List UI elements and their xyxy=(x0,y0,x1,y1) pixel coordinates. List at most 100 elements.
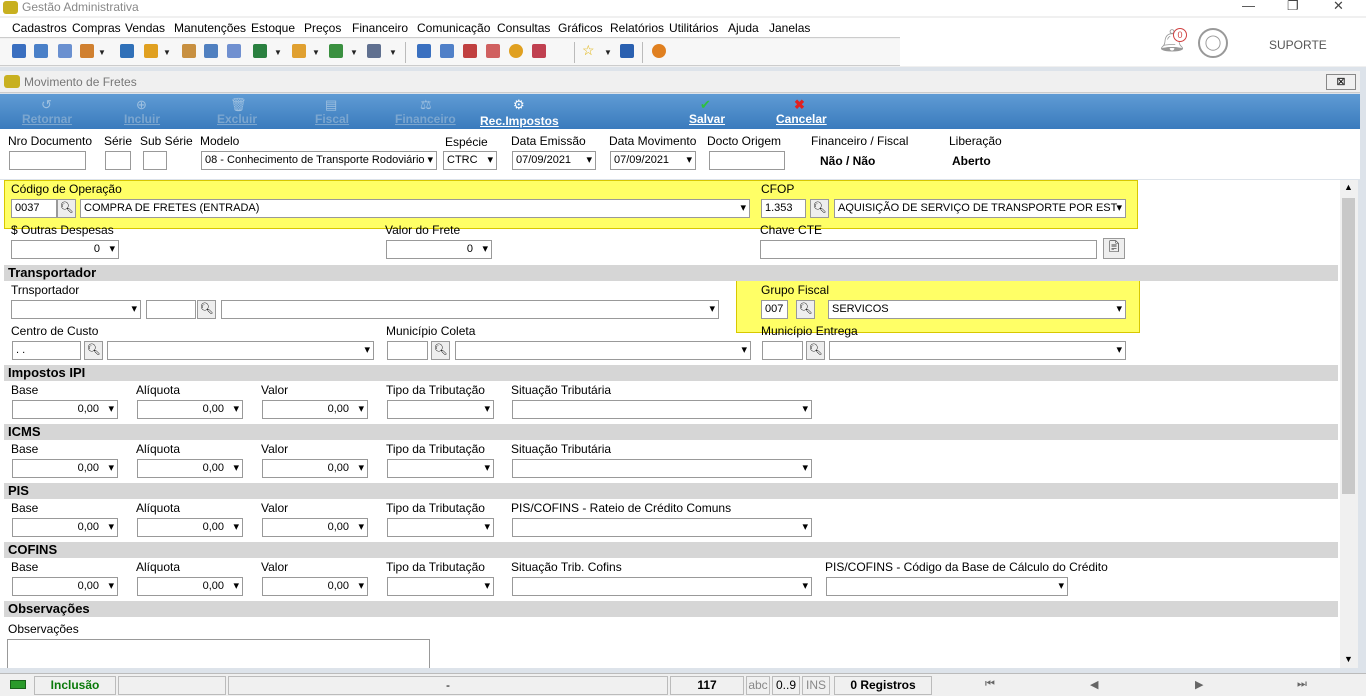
operacao-select[interactable]: COMPRA DE FRETES (ENTRADA) xyxy=(80,199,750,218)
vertical-scrollbar[interactable]: ▲ ▼ xyxy=(1340,180,1358,668)
incluir-button[interactable]: Incluir xyxy=(124,112,160,126)
menu-graficos[interactable]: Gráficos xyxy=(558,21,603,35)
cofins-aliquota-input[interactable]: 0,00 xyxy=(137,577,243,596)
chevron-down-icon[interactable]: ▼ xyxy=(389,48,397,57)
chevron-down-icon[interactable]: ▼ xyxy=(274,48,282,57)
pis-base-input[interactable]: 0,00 xyxy=(12,518,118,537)
search-icon[interactable]: 🔍︎ xyxy=(796,300,815,319)
prev-record-icon[interactable]: ◀ xyxy=(1090,678,1098,691)
retornar-button[interactable]: Retornar xyxy=(22,112,72,126)
serie-input[interactable] xyxy=(105,151,131,170)
scroll-up-icon[interactable]: ▲ xyxy=(1344,182,1353,192)
book-icon[interactable] xyxy=(12,44,26,58)
window-icon[interactable] xyxy=(620,44,634,58)
grid-icon[interactable] xyxy=(417,44,431,58)
calculator-icon[interactable] xyxy=(440,44,454,58)
report-icon[interactable] xyxy=(532,44,546,58)
menu-manutencoes[interactable]: Manutenções xyxy=(174,21,246,35)
sub-serie-input[interactable] xyxy=(143,151,167,170)
minimize-icon[interactable]: — xyxy=(1242,0,1255,13)
observacoes-textarea[interactable] xyxy=(7,639,430,668)
icms-situacao-select[interactable] xyxy=(512,459,812,478)
docto-origem-input[interactable] xyxy=(709,151,785,170)
pis-aliquota-input[interactable]: 0,00 xyxy=(137,518,243,537)
grupo-fiscal-input[interactable]: 007 xyxy=(761,300,788,319)
municipio-entrega-input[interactable] xyxy=(762,341,803,360)
codigo-operacao-input[interactable]: 0037 xyxy=(11,199,57,218)
lock-icon[interactable] xyxy=(509,44,523,58)
menu-comunicacao[interactable]: Comunicação xyxy=(417,21,490,35)
cofins-situacao-select[interactable] xyxy=(512,577,812,596)
scroll-thumb[interactable] xyxy=(1342,198,1355,494)
cfop-input[interactable]: 1.353 xyxy=(761,199,806,218)
pis-valor-input[interactable]: 0,00 xyxy=(262,518,368,537)
municipio-coleta-select[interactable] xyxy=(455,341,751,360)
especie-select[interactable]: CTRC xyxy=(443,151,497,170)
transportador-type-select[interactable] xyxy=(11,300,141,319)
menu-cadastros[interactable]: Cadastros xyxy=(12,21,67,35)
first-record-icon[interactable]: ⏮ xyxy=(985,678,995,691)
ipi-tipo-select[interactable] xyxy=(387,400,494,419)
cofins-tipo-select[interactable] xyxy=(387,577,494,596)
municipio-entrega-select[interactable] xyxy=(829,341,1126,360)
menu-janelas[interactable]: Janelas xyxy=(769,21,810,35)
printer-icon[interactable] xyxy=(367,44,381,58)
salvar-button[interactable]: Salvar xyxy=(689,112,725,126)
rec-impostos-button[interactable]: Rec.Impostos xyxy=(480,114,559,128)
menu-compras[interactable]: Compras xyxy=(72,21,121,35)
user-icon[interactable] xyxy=(182,44,196,58)
centro-custo-select[interactable] xyxy=(107,341,374,360)
cancelar-button[interactable]: Cancelar xyxy=(776,112,827,126)
menu-vendas[interactable]: Vendas xyxy=(125,21,165,35)
cash-icon[interactable] xyxy=(329,44,343,58)
card-icon[interactable] xyxy=(58,44,72,58)
power-icon[interactable] xyxy=(652,44,666,58)
data-movimento-input[interactable]: 07/09/2021 xyxy=(610,151,696,170)
chevron-down-icon[interactable]: ▼ xyxy=(98,48,106,57)
pis-rateio-select[interactable] xyxy=(512,518,812,537)
valor-frete-input[interactable]: 0 xyxy=(386,240,492,259)
fiscal-button[interactable]: Fiscal xyxy=(315,112,349,126)
avatar[interactable]: ◯ xyxy=(1198,28,1228,58)
menu-ajuda[interactable]: Ajuda xyxy=(728,21,759,35)
search-icon[interactable]: 🔍︎ xyxy=(197,300,216,319)
id-card-icon[interactable] xyxy=(227,44,241,58)
chave-cte-input[interactable] xyxy=(760,240,1097,259)
calendar-icon[interactable] xyxy=(463,44,477,58)
form-close-button[interactable]: ⊠ xyxy=(1326,74,1356,90)
search-icon[interactable]: 🔍︎ xyxy=(810,199,829,218)
cart-icon[interactable] xyxy=(253,44,267,58)
search-icon[interactable]: 🔍︎ xyxy=(806,341,825,360)
menu-utilitarios[interactable]: Utilitários xyxy=(669,21,718,35)
search-icon[interactable]: 🔍︎ xyxy=(431,341,450,360)
calendar-list-icon[interactable] xyxy=(486,44,500,58)
chevron-down-icon[interactable]: ▼ xyxy=(350,48,358,57)
pis-tipo-select[interactable] xyxy=(387,518,494,537)
next-record-icon[interactable]: ▶ xyxy=(1195,678,1203,691)
nro-documento-input[interactable] xyxy=(9,151,86,170)
cfop-select[interactable]: AQUISIÇÃO DE SERVIÇO DE TRANSPORTE POR E… xyxy=(834,199,1126,218)
municipio-coleta-input[interactable] xyxy=(387,341,428,360)
transportador-select[interactable] xyxy=(221,300,719,319)
cofins-valor-input[interactable]: 0,00 xyxy=(262,577,368,596)
cofins-codigo-base-select[interactable] xyxy=(826,577,1068,596)
grupo-fiscal-select[interactable]: SERVICOS xyxy=(828,300,1126,319)
restore-icon[interactable]: ❐ xyxy=(1287,0,1299,14)
last-record-icon[interactable]: ⏭ xyxy=(1297,678,1307,691)
folder-icon[interactable] xyxy=(292,44,306,58)
icms-tipo-select[interactable] xyxy=(387,459,494,478)
transportador-code-input[interactable] xyxy=(146,300,196,319)
scroll-down-icon[interactable]: ▼ xyxy=(1344,654,1353,664)
cofins-base-input[interactable]: 0,00 xyxy=(12,577,118,596)
menu-estoque[interactable]: Estoque xyxy=(251,21,295,35)
list-icon[interactable] xyxy=(34,44,48,58)
money-icon[interactable] xyxy=(120,44,134,58)
ipi-aliquota-input[interactable]: 0,00 xyxy=(137,400,243,419)
ipi-valor-input[interactable]: 0,00 xyxy=(262,400,368,419)
modelo-select[interactable]: 08 - Conhecimento de Transporte Rodoviár… xyxy=(201,151,437,170)
document-icon[interactable]: 📄︎ xyxy=(1103,238,1125,259)
menu-consultas[interactable]: Consultas xyxy=(497,21,550,35)
outras-despesas-input[interactable]: 0 xyxy=(11,240,119,259)
centro-custo-input[interactable]: . . xyxy=(12,341,81,360)
menu-relatorios[interactable]: Relatórios xyxy=(610,21,664,35)
